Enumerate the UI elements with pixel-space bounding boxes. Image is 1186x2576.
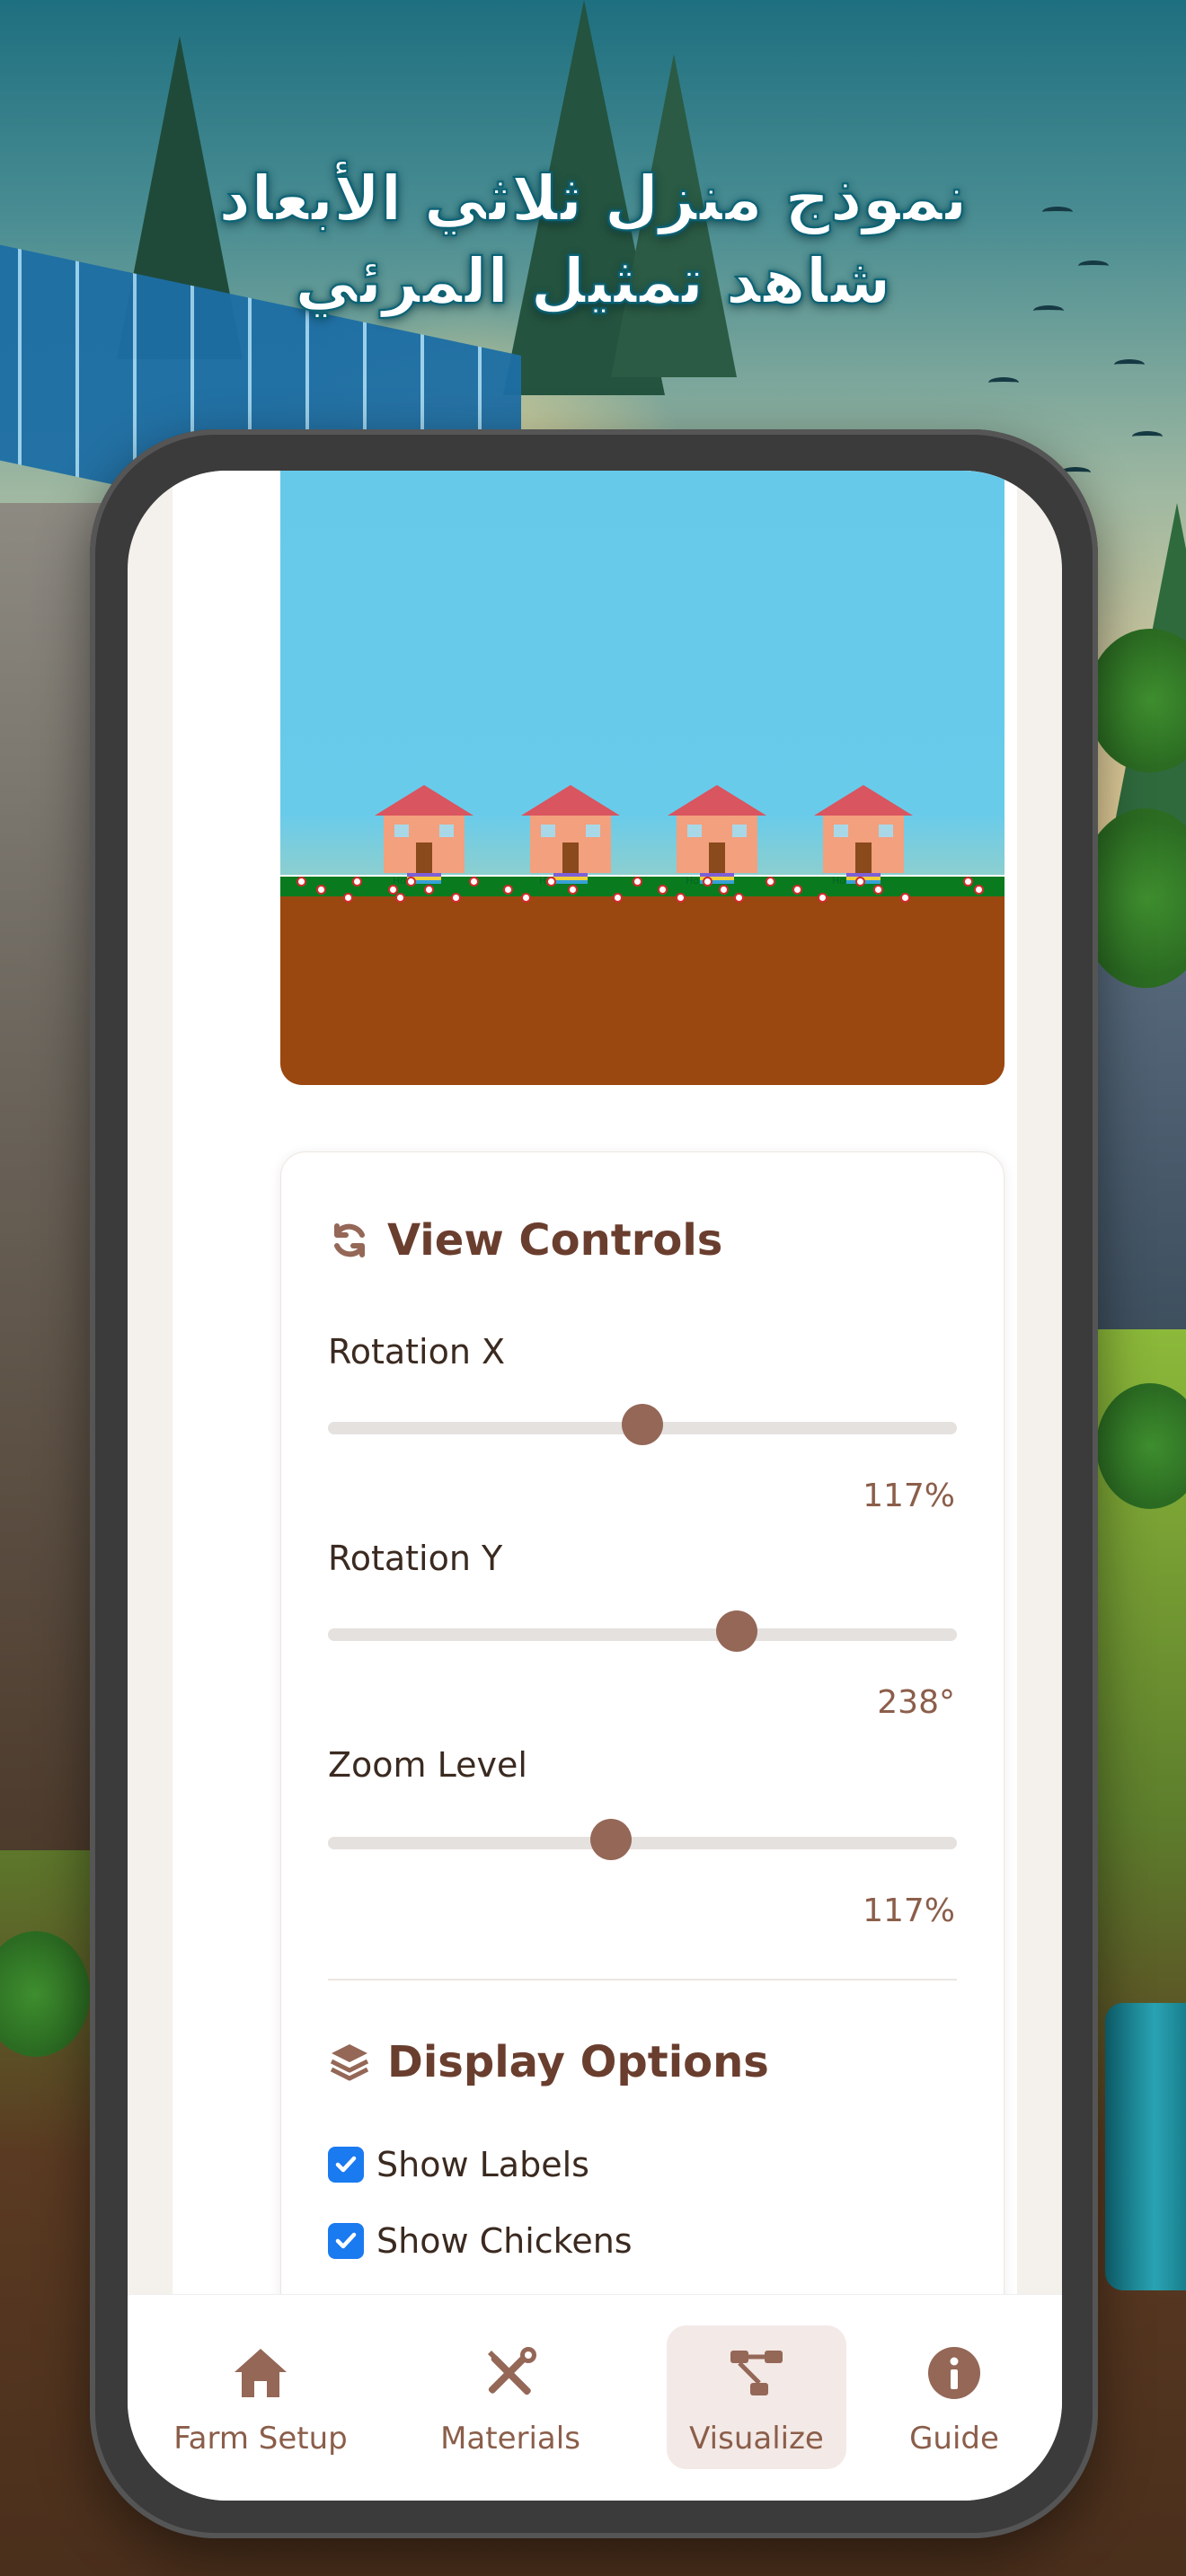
show-chickens-text: Show Chickens (376, 2221, 633, 2261)
chicken-marker (316, 885, 326, 895)
view-controls-label: View Controls (387, 1215, 723, 1266)
nav-visualize-label: Visualize (689, 2421, 824, 2457)
chicken-marker (873, 885, 883, 895)
zoom-level-value: 117% (863, 1892, 955, 1929)
rotation-x-label: Rotation X (328, 1332, 506, 1372)
show-chickens-checkbox[interactable] (328, 2223, 364, 2259)
home-icon (229, 2342, 292, 2404)
chicken-marker (974, 885, 984, 895)
zoom-level-slider[interactable] (328, 1819, 957, 1860)
coop-house: Ho (814, 785, 913, 887)
coop-house: Ho (668, 785, 766, 887)
chicken-marker (900, 893, 910, 903)
bottom-navigation: Farm Setup Materials Visualize Guide (128, 2294, 1062, 2501)
rotation-y-value: 238° (877, 1684, 955, 1721)
nav-guide-label: Guide (909, 2421, 999, 2457)
headline-line2: شاهد تمثيل المرئي (294, 243, 892, 319)
display-options-label: Display Options (387, 2037, 769, 2087)
rotation-x-slider[interactable] (328, 1404, 957, 1445)
chicken-marker (296, 877, 306, 887)
rotation-x-thumb[interactable] (622, 1404, 663, 1445)
rotation-y-label: Rotation Y (328, 1539, 503, 1578)
house-label: Ho (686, 875, 700, 887)
chicken-marker (676, 893, 686, 903)
chicken-marker (503, 885, 513, 895)
info-icon (923, 2342, 986, 2404)
rotation-x-value: 117% (863, 1478, 955, 1514)
view-controls-title: View Controls (328, 1215, 722, 1266)
nav-materials-label: Materials (440, 2421, 580, 2457)
nav-farm-setup[interactable]: Farm Setup (171, 2325, 350, 2469)
section-divider (328, 1979, 957, 1981)
chicken-marker (469, 877, 479, 887)
show-labels-text: Show Labels (376, 2145, 589, 2184)
background-rain-barrel (1105, 2003, 1186, 2290)
zoom-level-thumb[interactable] (590, 1819, 632, 1860)
chicken-marker (406, 877, 416, 887)
nav-farm-setup-label: Farm Setup (173, 2421, 348, 2457)
nav-guide[interactable]: Guide (891, 2325, 1017, 2469)
phone-screen: Ho Ho Ho Ho (128, 471, 1062, 2501)
chicken-marker (568, 885, 578, 895)
background-bird (1132, 431, 1163, 442)
controls-card: View Controls Rotation X 117% Rotation Y… (280, 1151, 1005, 2364)
diagram-icon (725, 2342, 788, 2404)
display-options-title: Display Options (328, 2037, 769, 2087)
nav-materials[interactable]: Materials (420, 2325, 600, 2469)
chicken-marker (613, 893, 623, 903)
chicken-marker (734, 893, 744, 903)
background-bird (988, 377, 1019, 388)
tools-icon (479, 2342, 542, 2404)
sync-icon (328, 1219, 371, 1262)
show-labels-option[interactable]: Show Labels (328, 2145, 589, 2184)
background-bird (1114, 359, 1145, 370)
chicken-marker (633, 877, 642, 887)
rotation-y-thumb[interactable] (716, 1610, 757, 1652)
chicken-marker (766, 877, 775, 887)
app-content: Ho Ho Ho Ho (173, 471, 1017, 2364)
headline-line1: نموذج منزل ثلاثي الأبعاد (217, 161, 968, 236)
chicken-marker (658, 885, 668, 895)
show-chickens-option[interactable]: Show Chickens (328, 2221, 633, 2261)
layers-icon (328, 2041, 371, 2084)
chicken-marker (521, 893, 531, 903)
house-3d-viewport[interactable]: Ho Ho Ho Ho (280, 471, 1005, 1085)
chicken-marker (343, 893, 353, 903)
coop-house: Ho (521, 785, 620, 887)
coop-house: Ho (375, 785, 474, 887)
chicken-marker (703, 877, 712, 887)
headline: نموذج منزل ثلاثي الأبعاد شاهد تمثيل المر… (0, 157, 1186, 322)
viewport-soil (280, 896, 1005, 1085)
chicken-marker (855, 877, 865, 887)
chicken-marker (546, 877, 556, 887)
nav-visualize[interactable]: Visualize (667, 2325, 846, 2469)
chicken-marker (424, 885, 434, 895)
chicken-marker (719, 885, 729, 895)
chicken-marker (395, 893, 405, 903)
chicken-marker (792, 885, 802, 895)
show-labels-checkbox[interactable] (328, 2147, 364, 2183)
chicken-marker (352, 877, 362, 887)
house-label: Ho (832, 875, 846, 887)
zoom-level-label: Zoom Level (328, 1745, 527, 1785)
chicken-marker (963, 877, 973, 887)
chicken-marker (451, 893, 461, 903)
rotation-y-slider[interactable] (328, 1610, 957, 1652)
chicken-marker (818, 893, 828, 903)
